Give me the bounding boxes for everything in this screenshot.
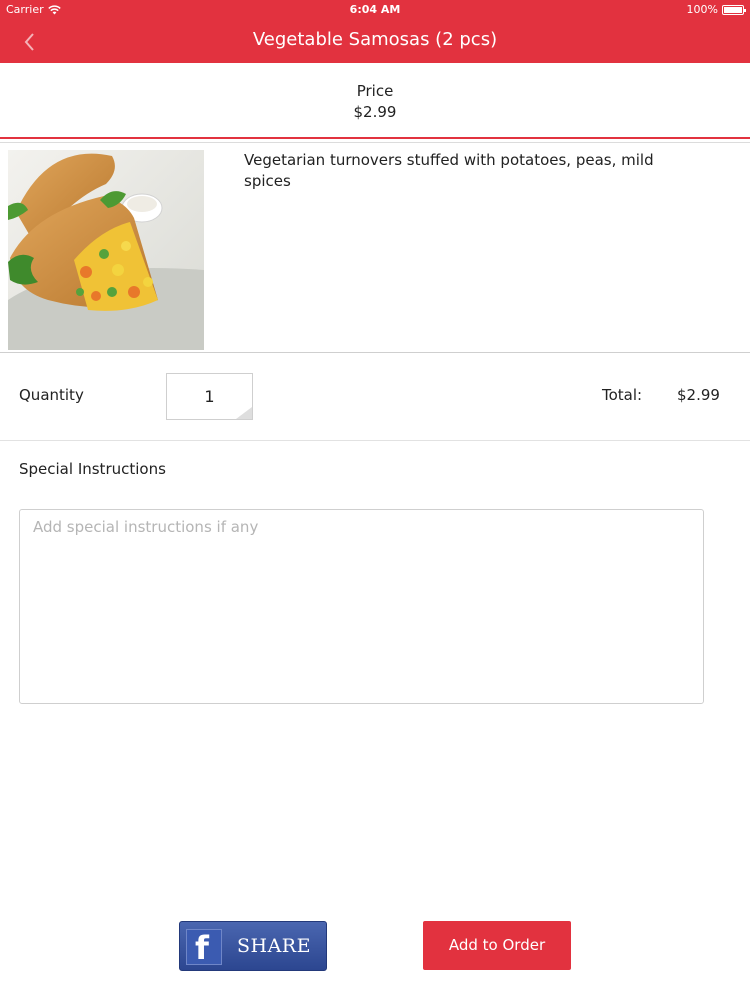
facebook-icon: f [186, 929, 222, 965]
battery-icon [722, 4, 746, 15]
status-bar: Carrier 6:04 AM 100% [0, 0, 750, 20]
special-instructions-input[interactable] [19, 509, 704, 704]
total-label: Total: [602, 386, 643, 404]
battery-percent: 100% [686, 3, 718, 16]
total-value: $2.99 [677, 386, 720, 404]
add-to-order-button[interactable]: Add to Order [423, 921, 571, 970]
price-section: Price $2.99 [0, 63, 750, 139]
divider [0, 440, 750, 441]
samosa-illustration [8, 150, 204, 350]
price-label: Price [356, 82, 394, 100]
special-instructions-label: Special Instructions [19, 460, 166, 478]
divider [0, 352, 750, 353]
share-label: SHARE [237, 935, 311, 957]
corner-indicator-icon [236, 407, 252, 419]
facebook-share-button[interactable]: f SHARE [179, 921, 327, 971]
page-title: Vegetable Samosas (2 pcs) [252, 29, 498, 50]
quantity-value: 1 [204, 387, 215, 406]
quantity-label: Quantity [19, 386, 84, 404]
item-description: Vegetarian turnovers stuffed with potato… [244, 151, 654, 190]
item-image [8, 150, 204, 350]
quantity-input[interactable]: 1 [166, 373, 253, 420]
battery-indicator: 100% [686, 3, 746, 16]
nav-bar: Vegetable Samosas (2 pcs) [0, 20, 750, 63]
divider [0, 142, 750, 143]
price-value: $2.99 [353, 103, 397, 121]
status-time: 6:04 AM [349, 3, 401, 16]
